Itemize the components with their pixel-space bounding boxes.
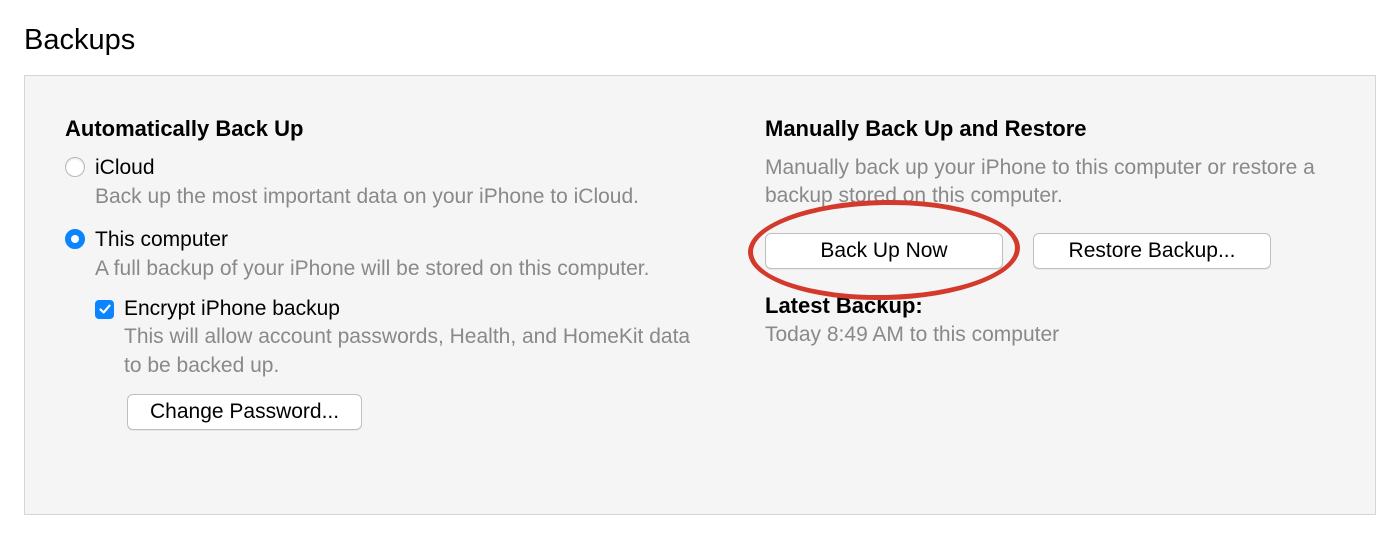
this-computer-label: This computer <box>95 226 705 253</box>
radio-option-icloud[interactable]: iCloud Back up the most important data o… <box>65 154 705 212</box>
this-computer-desc: A full backup of your iPhone will be sto… <box>95 255 705 283</box>
radio-icon <box>65 157 85 177</box>
change-password-wrap: Change Password... <box>127 394 705 430</box>
radio-content: iCloud Back up the most important data o… <box>95 154 705 212</box>
radio-option-this-computer[interactable]: This computer A full backup of your iPho… <box>65 226 705 284</box>
radio-content: This computer A full backup of your iPho… <box>95 226 705 284</box>
encrypt-checkbox-row[interactable]: Encrypt iPhone backup This will allow ac… <box>95 297 705 380</box>
latest-backup-text: Today 8:49 AM to this computer <box>765 323 1335 347</box>
icloud-desc: Back up the most important data on your … <box>95 183 705 211</box>
manual-desc: Manually back up your iPhone to this com… <box>765 154 1335 211</box>
checkbox-content: Encrypt iPhone backup This will allow ac… <box>124 297 705 380</box>
checkbox-icon <box>95 300 114 319</box>
back-up-now-button[interactable]: Back Up Now <box>765 233 1003 269</box>
icloud-label: iCloud <box>95 154 705 181</box>
change-password-button[interactable]: Change Password... <box>127 394 362 430</box>
manual-backup-column: Manually Back Up and Restore Manually ba… <box>745 116 1335 484</box>
radio-icon <box>65 229 85 249</box>
manual-button-row: Back Up Now Restore Backup... <box>765 233 1335 269</box>
backups-panel: Automatically Back Up iCloud Back up the… <box>24 75 1376 515</box>
auto-backup-heading: Automatically Back Up <box>65 116 705 142</box>
encrypt-label: Encrypt iPhone backup <box>124 297 705 321</box>
manual-heading: Manually Back Up and Restore <box>765 116 1335 142</box>
latest-backup-heading: Latest Backup: <box>765 293 1335 319</box>
encrypt-desc: This will allow account passwords, Healt… <box>124 323 705 380</box>
section-title: Backups <box>24 24 1376 57</box>
auto-backup-column: Automatically Back Up iCloud Back up the… <box>65 116 705 484</box>
restore-backup-button[interactable]: Restore Backup... <box>1033 233 1271 269</box>
